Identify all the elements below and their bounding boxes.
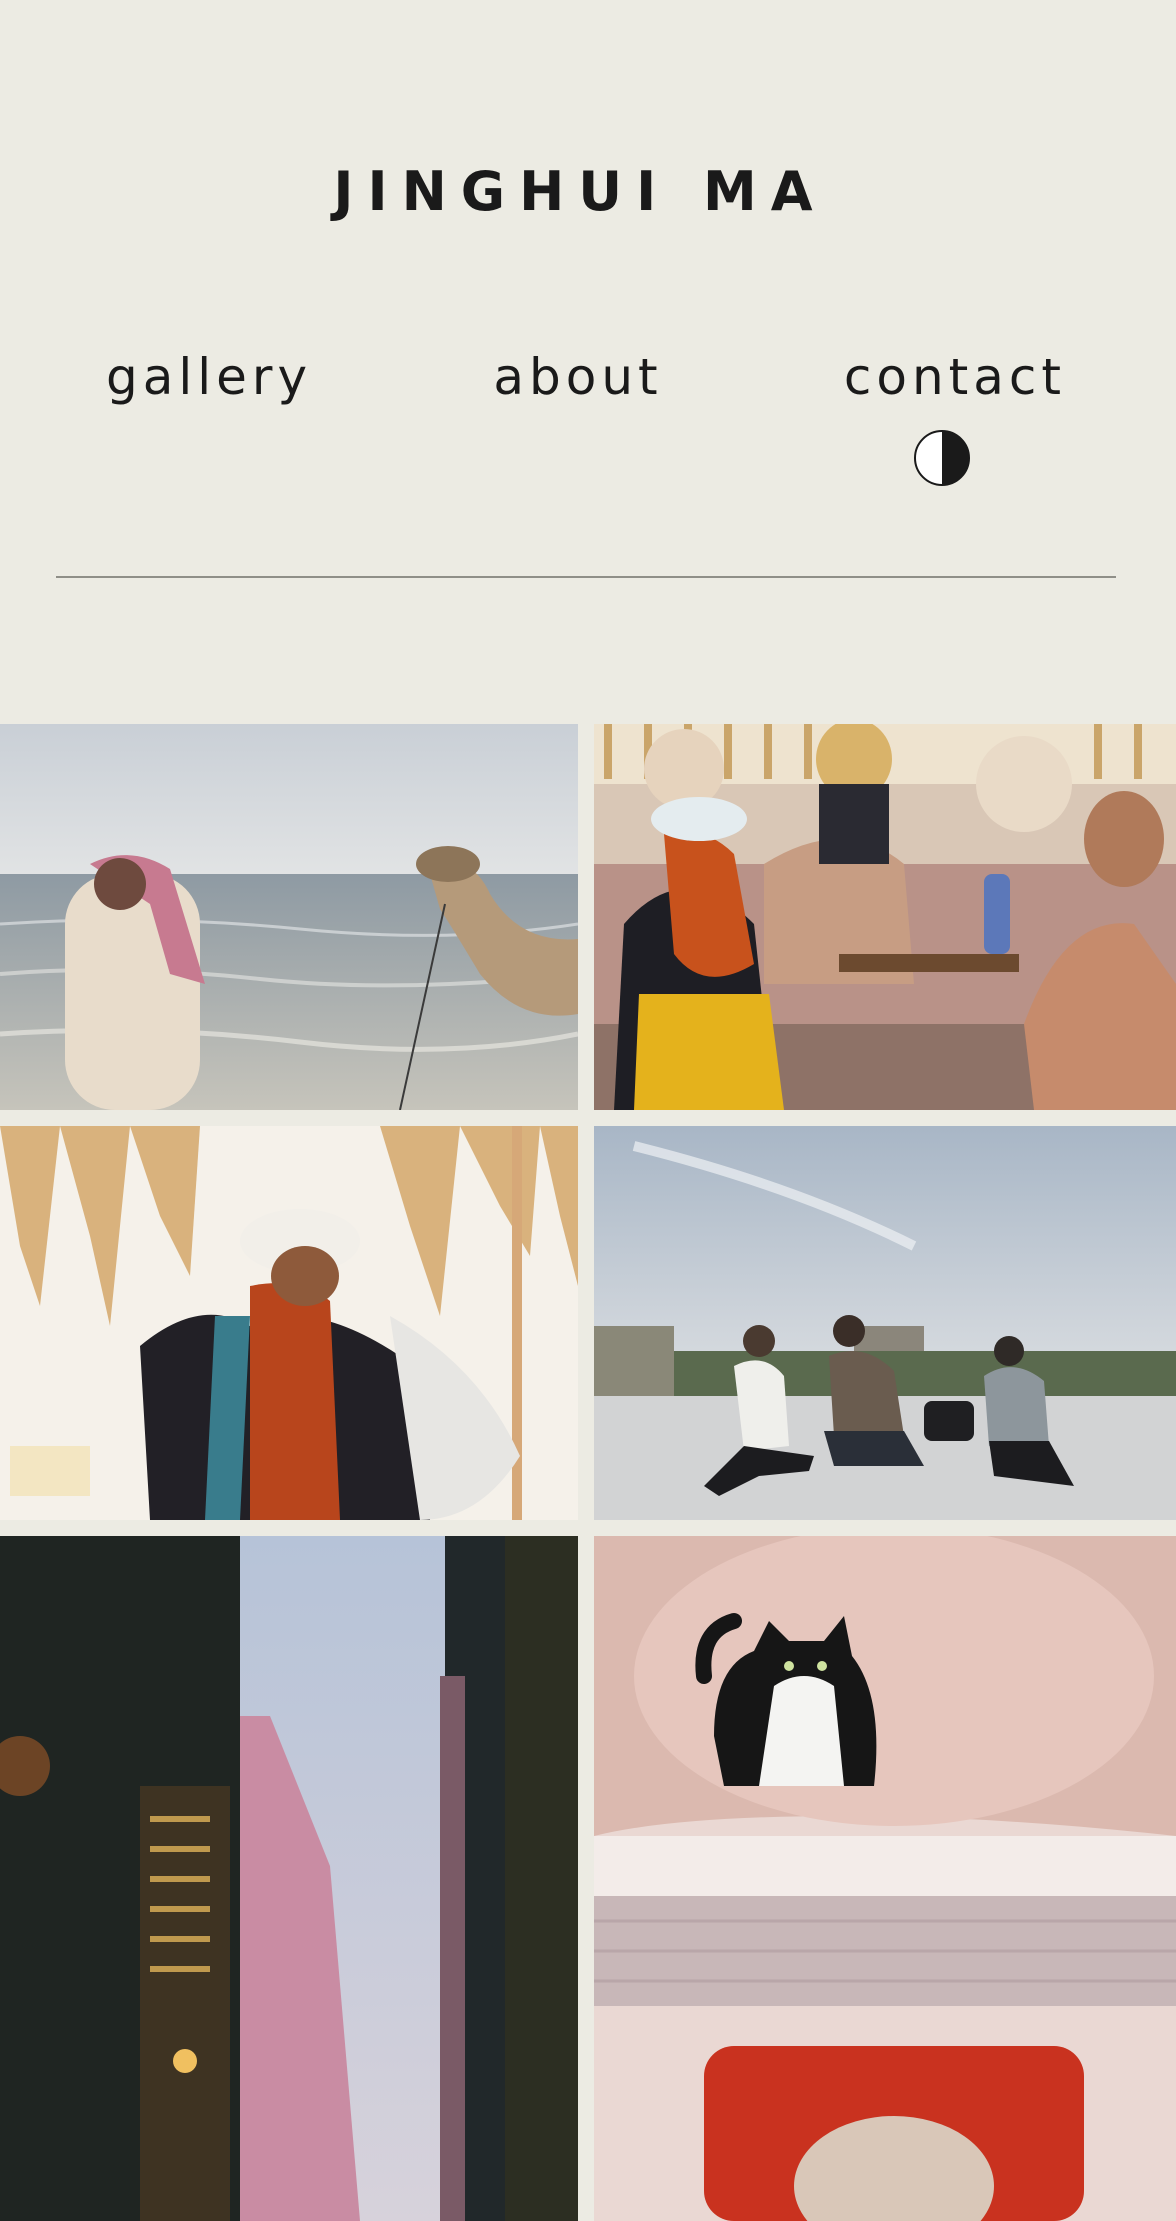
photo-woman-scarf-image bbox=[0, 1126, 578, 1520]
site-title[interactable]: JINGHUI MA bbox=[0, 160, 1160, 223]
photo-rooftop-group-image bbox=[594, 1126, 1176, 1520]
photo-city-street-image bbox=[0, 1536, 578, 2221]
photo-beach-camel[interactable] bbox=[0, 724, 578, 1110]
main-nav: gallery about contact bbox=[106, 348, 1066, 406]
nav-gallery[interactable]: gallery bbox=[106, 348, 312, 406]
photo-rooftop-group[interactable] bbox=[594, 1126, 1176, 1520]
photo-cat-bathtub[interactable] bbox=[594, 1536, 1176, 2221]
photo-women-crafting[interactable] bbox=[594, 724, 1176, 1110]
theme-toggle-button[interactable] bbox=[914, 430, 970, 486]
photo-women-crafting-image bbox=[594, 724, 1176, 1110]
photo-woman-scarf[interactable] bbox=[0, 1126, 578, 1520]
nav-about[interactable]: about bbox=[493, 348, 662, 406]
photo-beach-camel-image bbox=[0, 724, 578, 1110]
nav-contact[interactable]: contact bbox=[844, 348, 1066, 406]
header-divider bbox=[56, 576, 1116, 578]
photo-cat-bathtub-image bbox=[594, 1536, 1176, 2221]
photo-city-street[interactable] bbox=[0, 1536, 578, 2221]
